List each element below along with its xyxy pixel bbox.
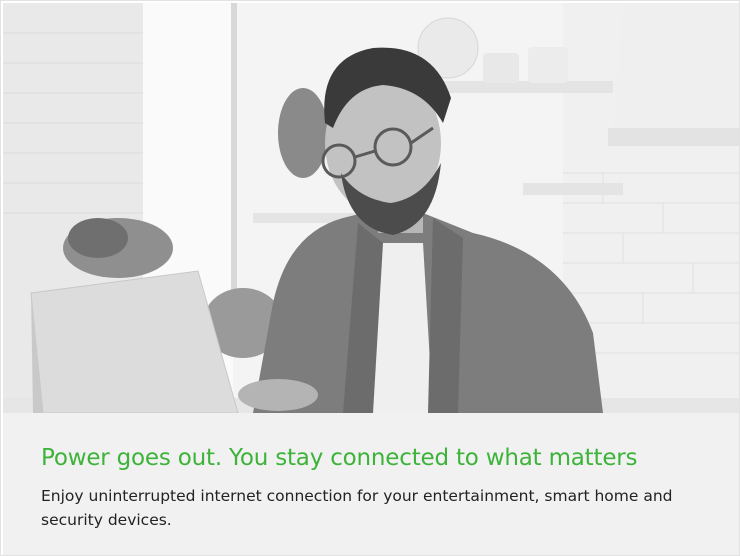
headline: Power goes out. You stay connected to wh… — [41, 445, 638, 471]
man-with-laptop-photo — [3, 3, 739, 413]
hero-photo — [3, 3, 739, 413]
caption-panel: Power goes out. You stay connected to wh… — [3, 413, 739, 555]
promo-card: Power goes out. You stay connected to wh… — [0, 0, 740, 556]
description: Enjoy uninterrupted internet connection … — [41, 487, 673, 529]
